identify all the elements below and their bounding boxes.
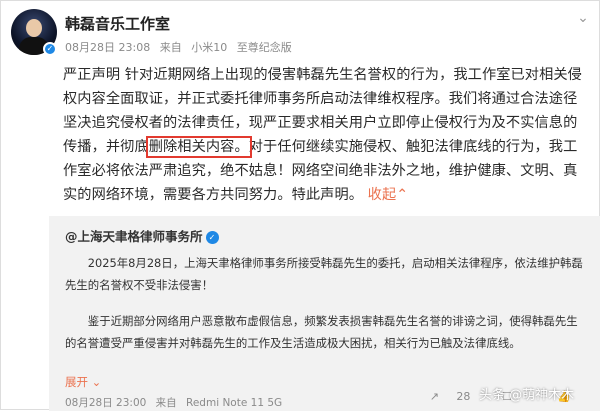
repost-source-prefix: 来自 bbox=[155, 397, 177, 409]
post-device: 小米10 bbox=[191, 41, 228, 54]
repost-device: Redmi Note 11 5G bbox=[186, 397, 283, 409]
more-options-chevron-icon[interactable]: ⌄ bbox=[576, 11, 590, 25]
highlighted-text: 删除相关内容。 bbox=[145, 136, 252, 158]
avatar-face bbox=[26, 19, 42, 37]
repost-paragraph-2: 鉴于近期部分网络用户恶意散布虚假信息，频繁发表损害韩磊先生名誉的诽谤之词，使得韩… bbox=[65, 314, 578, 350]
collapse-label: 收起 bbox=[367, 187, 397, 203]
watermark: 头条 @萌神木木 bbox=[479, 388, 575, 403]
chevron-down-icon: ⌄ bbox=[91, 375, 102, 389]
collapse-link[interactable]: 收起⌃ bbox=[368, 187, 409, 203]
post-edition: 至尊纪念版 bbox=[236, 41, 292, 54]
repost-account-label: @上海天聿格律师事务所 bbox=[65, 229, 203, 244]
reposted-weibo[interactable]: @上海天聿格律师事务所 ✓ 2025年8月28日，上海天聿格律师事务所接受韩磊先生… bbox=[49, 216, 600, 411]
repost-paragraph-1: 2025年8月28日，上海天聿格律师事务所接受韩磊先生的委托，启动相关法律程序，… bbox=[65, 256, 583, 292]
post-content: 严正声明 针对近期网络上出现的侵害韩磊先生名誉权的行为，我工作室已对相关侵权内容… bbox=[63, 63, 589, 207]
post-meta: 08月28日 23:08 来自 小米10 至尊纪念版 bbox=[65, 39, 298, 55]
repost-action[interactable]: ↗ 28 bbox=[416, 390, 471, 403]
post-source-prefix: 来自 bbox=[159, 41, 182, 54]
post-date: 08月28日 23:08 bbox=[65, 41, 151, 54]
repost-meta: 08月28日 23:00 来自 Redmi Note 11 5G bbox=[65, 395, 288, 410]
post-username[interactable]: 韩磊音乐工作室 bbox=[65, 13, 170, 34]
repost-count: 28 bbox=[456, 390, 471, 403]
expand-label: 展开 bbox=[65, 375, 88, 389]
repost-verified-icon: ✓ bbox=[205, 231, 219, 244]
verified-badge-icon: ✓ bbox=[43, 42, 57, 56]
repost-account-name[interactable]: @上海天聿格律师事务所 ✓ bbox=[65, 226, 219, 245]
repost-icon: ↗ bbox=[429, 390, 439, 403]
chevron-up-icon: ⌃ bbox=[396, 187, 409, 203]
repost-body: 2025年8月28日，上海天聿格律师事务所接受韩磊先生的委托，启动相关法律程序，… bbox=[65, 252, 585, 354]
weibo-post: ✓ 韩磊音乐工作室 08月28日 23:08 来自 小米10 至尊纪念版 ⌄ 严… bbox=[0, 0, 600, 411]
repost-date: 08月28日 23:00 bbox=[65, 397, 147, 409]
expand-link[interactable]: 展开 ⌄ bbox=[65, 374, 101, 390]
